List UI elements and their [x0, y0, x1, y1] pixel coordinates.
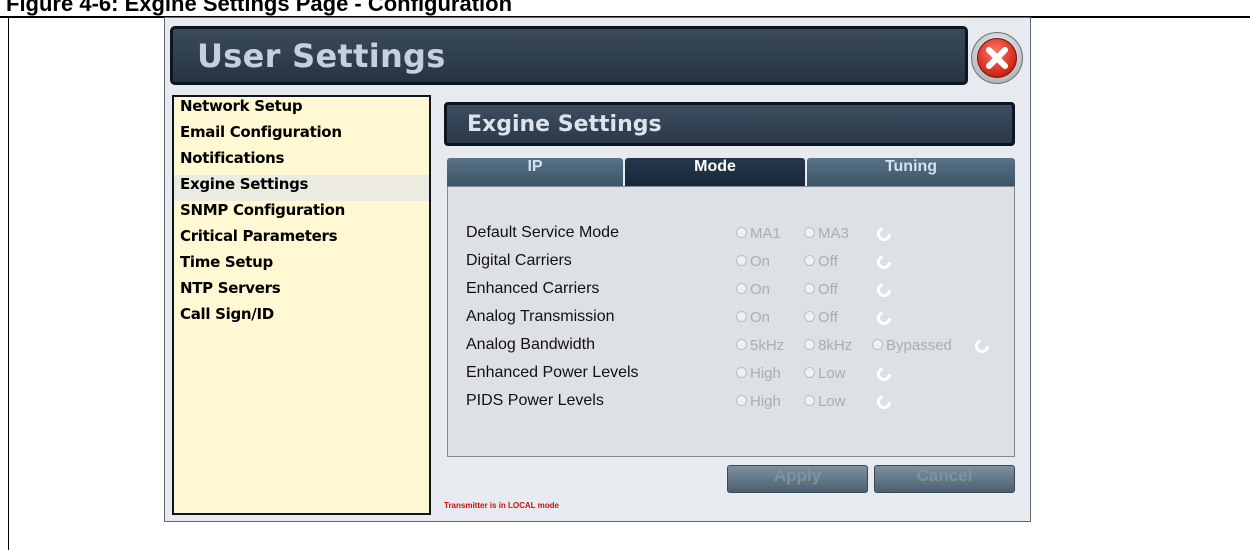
radio-label: Off	[818, 281, 838, 298]
tab-tuning[interactable]: Tuning	[807, 158, 1015, 186]
sidebar-item-email-configuration[interactable]: Email Configuration	[174, 123, 429, 149]
radio-analog-transmission-on[interactable]: On	[736, 309, 770, 326]
sidebar-item-ntp-servers[interactable]: NTP Servers	[174, 279, 429, 305]
user-settings-window: User Settings Network Setup Email Config…	[164, 17, 1031, 522]
radio-circle	[736, 227, 747, 238]
radio-circle	[804, 339, 815, 350]
settings-sidebar: Network Setup Email Configuration Notifi…	[172, 95, 431, 515]
spinner-icon	[877, 311, 891, 325]
radio-label: High	[750, 365, 781, 382]
spinner-icon	[975, 339, 989, 353]
sidebar-item-time-setup[interactable]: Time Setup	[174, 253, 429, 279]
spinner-icon	[877, 395, 891, 409]
radio-label: High	[750, 393, 781, 410]
radio-circle	[804, 255, 815, 266]
document-frame-left	[8, 17, 9, 550]
panel-title: Exgine Settings	[467, 112, 662, 137]
radio-enhanced-carriers-off[interactable]: Off	[804, 281, 838, 298]
radio-label: Off	[818, 253, 838, 270]
close-icon	[977, 38, 1017, 78]
radio-circle	[736, 311, 747, 322]
row-label-analog-bandwidth: Analog Bandwidth	[466, 336, 595, 353]
radio-label: On	[750, 309, 771, 326]
mode-settings-panel: Default Service Mode MA1 MA3 Digital Car…	[447, 186, 1015, 457]
radio-circle	[736, 367, 747, 378]
spinner-icon	[877, 283, 891, 297]
radio-label: Low	[818, 365, 846, 382]
radio-circle	[736, 339, 747, 350]
radio-circle	[736, 255, 747, 266]
radio-circle	[804, 227, 815, 238]
row-label-digital-carriers: Digital Carriers	[466, 252, 572, 269]
radio-circle	[804, 395, 815, 406]
radio-digital-carriers-on[interactable]: On	[736, 253, 770, 270]
radio-label: Low	[818, 393, 846, 410]
radio-bypassed[interactable]: Bypassed	[872, 337, 952, 354]
radio-8khz[interactable]: 8kHz	[804, 337, 852, 354]
radio-label: 5kHz	[750, 337, 785, 354]
radio-label: Off	[818, 309, 838, 326]
row-label-pids-power-levels: PIDS Power Levels	[466, 392, 604, 409]
radio-enhanced-power-low[interactable]: Low	[804, 365, 846, 382]
sidebar-item-network-setup[interactable]: Network Setup	[174, 97, 429, 123]
radio-label: 8kHz	[818, 337, 853, 354]
apply-button[interactable]: Apply	[727, 465, 868, 493]
row-label-enhanced-carriers: Enhanced Carriers	[466, 280, 600, 297]
sidebar-item-exgine-settings[interactable]: Exgine Settings	[174, 175, 429, 201]
status-message: Transmitter is in LOCAL mode	[444, 501, 559, 510]
figure-caption: Figure 4-6: Exgine Settings Page - Confi…	[6, 0, 513, 16]
radio-digital-carriers-off[interactable]: Off	[804, 253, 838, 270]
radio-circle	[804, 311, 815, 322]
sidebar-item-call-sign-id[interactable]: Call Sign/ID	[174, 305, 429, 331]
radio-enhanced-power-high[interactable]: High	[736, 365, 781, 382]
radio-ma1[interactable]: MA1	[736, 225, 781, 242]
cancel-button[interactable]: Cancel	[874, 465, 1015, 493]
sidebar-item-critical-parameters[interactable]: Critical Parameters	[174, 227, 429, 253]
radio-enhanced-carriers-on[interactable]: On	[736, 281, 770, 298]
radio-circle	[804, 283, 815, 294]
tab-bar: IP Mode Tuning	[447, 158, 1015, 186]
spinner-icon	[877, 227, 891, 241]
radio-label: MA3	[818, 225, 849, 242]
sidebar-item-notifications[interactable]: Notifications	[174, 149, 429, 175]
spinner-icon	[877, 255, 891, 269]
radio-label: On	[750, 281, 771, 298]
sidebar-item-snmp-configuration[interactable]: SNMP Configuration	[174, 201, 429, 227]
title-bar: User Settings	[170, 26, 968, 85]
row-label-analog-transmission: Analog Transmission	[466, 308, 615, 325]
radio-analog-transmission-off[interactable]: Off	[804, 309, 838, 326]
radio-circle	[736, 283, 747, 294]
radio-circle	[872, 339, 883, 350]
radio-ma3[interactable]: MA3	[804, 225, 849, 242]
window-title: User Settings	[197, 37, 446, 75]
radio-label: MA1	[750, 225, 781, 242]
row-label-enhanced-power-levels: Enhanced Power Levels	[466, 364, 639, 381]
tab-mode[interactable]: Mode	[625, 158, 805, 186]
row-label-default-service-mode: Default Service Mode	[466, 224, 619, 241]
tab-ip[interactable]: IP	[447, 158, 623, 186]
radio-circle	[804, 367, 815, 378]
radio-pids-power-high[interactable]: High	[736, 393, 781, 410]
panel-title-bar: Exgine Settings	[444, 102, 1015, 146]
radio-label: On	[750, 253, 771, 270]
close-button[interactable]	[971, 32, 1023, 84]
radio-pids-power-low[interactable]: Low	[804, 393, 846, 410]
radio-circle	[736, 395, 747, 406]
radio-label: Bypassed	[886, 337, 952, 354]
spinner-icon	[877, 367, 891, 381]
radio-5khz[interactable]: 5kHz	[736, 337, 784, 354]
